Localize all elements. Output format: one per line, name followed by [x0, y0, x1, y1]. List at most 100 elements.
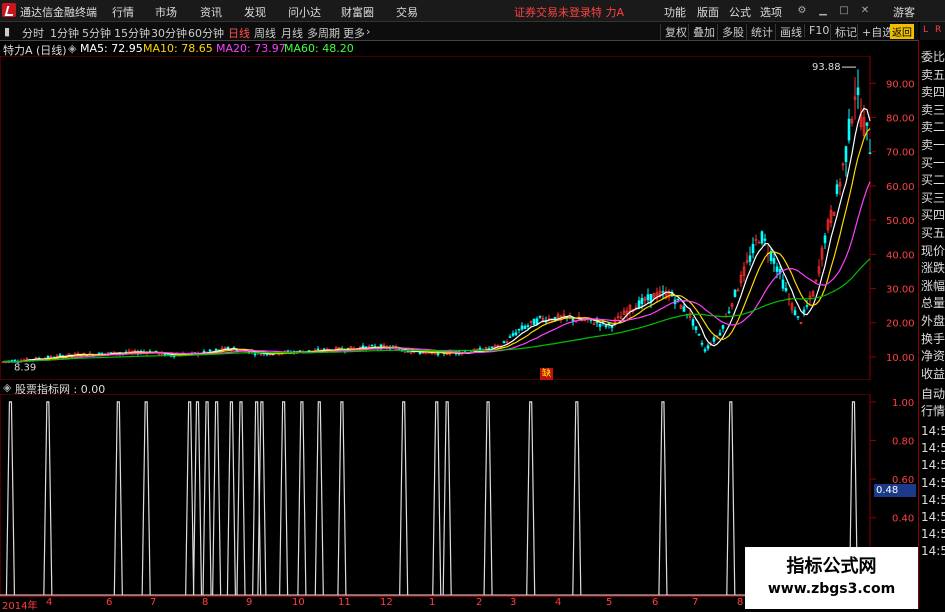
- period-multi[interactable]: 多周期: [307, 25, 340, 41]
- minimize-icon[interactable]: ▁: [817, 5, 829, 16]
- period-weekly[interactable]: 周线: [254, 25, 276, 41]
- high-price-label: 93.88: [812, 62, 841, 73]
- menu-ask-xiaoda[interactable]: 问小达: [288, 4, 321, 20]
- right-indicator[interactable]: R: [935, 25, 941, 35]
- left-indicator[interactable]: L: [923, 25, 928, 35]
- candle-body: [733, 289, 737, 297]
- candle-body: [697, 333, 701, 336]
- period-more[interactable]: 更多: [343, 25, 365, 41]
- period-30min[interactable]: 30分钟: [151, 25, 187, 41]
- date-tick-label: 8: [737, 597, 744, 608]
- signal-spike: [314, 401, 324, 596]
- guest-login-button[interactable]: 游客: [893, 4, 915, 20]
- draw-line-button[interactable]: 画线: [775, 24, 802, 40]
- statistics-button[interactable]: 统计: [746, 24, 773, 40]
- ma60-value: MA60: 48.20: [284, 42, 354, 55]
- candle-body: [511, 333, 515, 336]
- date-tick-label: 6: [106, 597, 113, 608]
- candle-body: [694, 326, 698, 331]
- sub-indicator-info: ◈ 股票指标网 : 0.00: [0, 380, 870, 396]
- candle-body: [508, 336, 512, 338]
- menu-functions[interactable]: 功能: [664, 4, 686, 20]
- menu-wealth-circle[interactable]: 财富圈: [341, 4, 374, 20]
- formula-toggle-icon[interactable]: ◈: [68, 42, 76, 55]
- add-favorite-button[interactable]: +自选: [857, 24, 893, 40]
- quote-item: 外盘: [921, 314, 945, 328]
- date-tick-label: 10: [292, 597, 305, 608]
- menu-discover[interactable]: 发现: [244, 4, 266, 20]
- date-tick-label: 9: [246, 597, 253, 608]
- candle-body: [721, 325, 725, 329]
- menu-trade[interactable]: 交易: [396, 4, 418, 20]
- trade-login-warning[interactable]: 证券交易未登录: [514, 4, 591, 20]
- candle-body: [703, 349, 707, 352]
- signal-spike: [141, 401, 151, 596]
- date-tick-label: 6: [652, 597, 659, 608]
- period-60min[interactable]: 60分钟: [188, 25, 224, 41]
- menu-news[interactable]: 资讯: [200, 4, 222, 20]
- main-kline-chart[interactable]: 90.00 80.00 70.00 60.00 50.00 40.00 30.00 20.00…: [0, 56, 918, 380]
- signal-spike: [202, 401, 212, 596]
- period-daily[interactable]: 日线: [228, 25, 250, 41]
- candle-body: [718, 332, 722, 336]
- sub-formula-icon[interactable]: ◈: [3, 381, 11, 394]
- date-tick-label: 7: [150, 597, 157, 608]
- candle-body: [844, 146, 848, 163]
- candle-body: [316, 348, 320, 351]
- candle-body: [802, 309, 806, 313]
- watermark-url: www.zbgs3.com: [767, 581, 896, 597]
- quote-item: 行情: [921, 404, 945, 418]
- current-stock-name: 特 力A: [591, 6, 625, 19]
- signal-spike: [5, 401, 16, 596]
- candle-body: [646, 294, 650, 301]
- restore-rights-button[interactable]: 复权: [660, 24, 687, 40]
- date-tick-label: 4: [46, 597, 53, 608]
- f10-button[interactable]: F10: [804, 24, 829, 37]
- panel-lr-indicator[interactable]: L R: [920, 22, 945, 40]
- signal-spike: [442, 401, 452, 596]
- overlay-button[interactable]: 叠加: [688, 24, 715, 40]
- price-tick-label: 80.00: [886, 114, 915, 125]
- price-tick-label: 30.00: [886, 285, 915, 296]
- candle-body: [202, 350, 206, 353]
- candle-body: [706, 345, 710, 349]
- candle-body: [700, 342, 704, 345]
- menu-market-quotes[interactable]: 行情: [112, 4, 134, 20]
- main-frame: [0, 56, 871, 380]
- multi-stock-button[interactable]: 多股: [717, 24, 744, 40]
- back-button[interactable]: 返回: [890, 24, 914, 39]
- quote-panel[interactable]: 委比 卖五 卖四 卖三 卖二 卖一 买一 买二 买三 买四 买五 现价 涨跌 涨幅 总量 外盘 换手 净资 收益 自动…: [918, 40, 945, 609]
- app-title: 通达信金融终端: [20, 6, 97, 19]
- candle-body: [502, 341, 506, 344]
- candle-body: [208, 349, 212, 352]
- quote-item: 涨跌: [921, 261, 945, 276]
- menu-layout[interactable]: 版面: [697, 4, 719, 20]
- candle-body: [598, 323, 602, 327]
- candle-body: [760, 231, 764, 244]
- signal-spike: [257, 401, 267, 596]
- quote-item: 卖三: [921, 102, 945, 117]
- maximize-icon[interactable]: □: [838, 5, 850, 16]
- candle-body: [640, 297, 644, 304]
- settings-icon[interactable]: ⚙: [796, 5, 808, 16]
- candle-body: [712, 337, 716, 342]
- menu-options[interactable]: 选项: [760, 4, 782, 20]
- signal-spike: [236, 401, 246, 596]
- sub-axis: 1.000.800.600.400.20: [870, 398, 914, 563]
- period-15min[interactable]: 15分钟: [114, 25, 150, 41]
- gap-marker[interactable]: 缺: [540, 368, 553, 380]
- menu-market[interactable]: 市场: [155, 4, 177, 20]
- period-5min[interactable]: 5分钟: [82, 25, 111, 41]
- chevron-right-icon[interactable]: ›: [366, 25, 370, 38]
- candle-body: [538, 315, 542, 318]
- quote-item: 14:5: [921, 510, 945, 524]
- menu-formula[interactable]: 公式: [729, 4, 751, 20]
- period-1min[interactable]: 1分钟: [50, 25, 79, 41]
- period-monthly[interactable]: 月线: [281, 25, 303, 41]
- period-timeshare[interactable]: 分时: [22, 25, 44, 41]
- candle-body: [727, 311, 731, 314]
- mark-button[interactable]: 标记: [830, 24, 857, 40]
- date-axis: 2014年 4 6 7 8 9 10 11 12 1 2 3 4 5 6 7 8: [0, 596, 745, 612]
- close-icon[interactable]: ✕: [859, 5, 871, 16]
- sub-tick-label: 1.00: [892, 398, 914, 409]
